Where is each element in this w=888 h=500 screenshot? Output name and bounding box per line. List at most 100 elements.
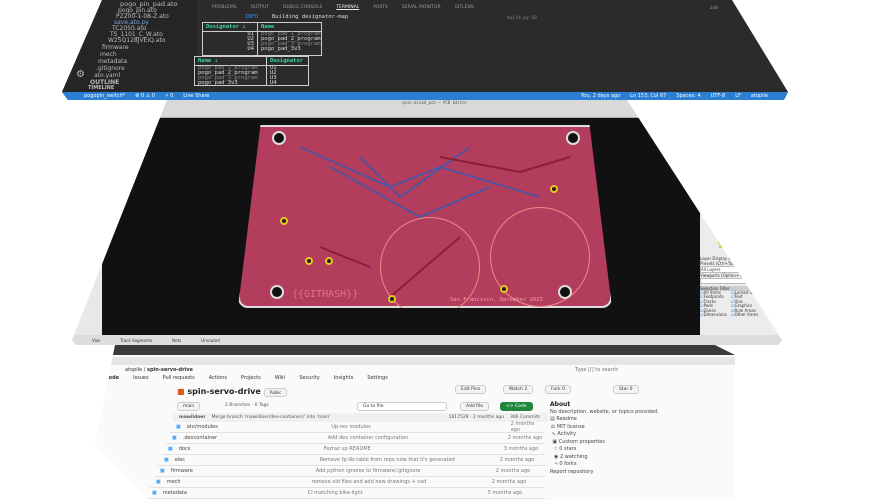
layer-row[interactable]: Margin [702, 189, 782, 193]
layer-row[interactable]: User.5 [702, 228, 782, 232]
fork-button[interactable]: Fork 0 [545, 385, 571, 394]
commit-author[interactable]: mawildoer [179, 415, 206, 420]
layer-row[interactable]: User.Eco2 [702, 180, 782, 185]
layer-row[interactable]: User.Eco1 [702, 176, 782, 181]
layer-row[interactable]: F.Fab [702, 202, 782, 206]
selection-filter-checkbox[interactable]: ☑Dimensions [700, 312, 727, 318]
layer-row[interactable]: Edge.Cuts [702, 185, 782, 189]
cursor-position[interactable]: Ln 153, Col 67 [630, 93, 666, 99]
timeline-section[interactable]: TIMELINE [88, 86, 114, 91]
tab-code[interactable]: Code [105, 375, 119, 381]
layer-color-swatch[interactable] [706, 155, 715, 159]
git-blame[interactable]: You, 2 days ago [581, 93, 620, 99]
display-options[interactable]: Layer Display Options [700, 256, 782, 261]
commit-msg[interactable]: Add dev container configuration [328, 435, 508, 441]
commit-msg[interactable]: Add python ignores to firmware/.gitignor… [316, 468, 496, 474]
commit-msg[interactable]: Fezraz up README [324, 446, 504, 452]
layer-color-swatch[interactable] [715, 223, 724, 227]
layer-row[interactable]: User.Drawings [702, 167, 782, 172]
about-item[interactable]: ▤ Readme [550, 416, 660, 424]
layer-color-swatch[interactable] [710, 185, 719, 189]
pcb-canvas[interactable]: {{GITHASH}} San Francisco, December 2023 [102, 118, 702, 335]
about-item[interactable]: ⚖ MIT license [550, 424, 660, 432]
tab-projects[interactable]: Projects [241, 375, 261, 381]
tab-debug-console[interactable]: DEBUG CONSOLE [283, 5, 322, 10]
layer-color-swatch[interactable] [707, 163, 716, 167]
tab-settings[interactable]: Settings [367, 375, 388, 381]
indentation[interactable]: Spaces: 4 [676, 93, 700, 99]
tab-issues[interactable]: Issues [133, 375, 149, 381]
tab-nets[interactable]: Nets [743, 119, 752, 124]
line-ending[interactable]: LF [735, 93, 741, 99]
go-to-file-input[interactable]: Go to file [357, 402, 447, 411]
file-name[interactable]: ato/modules [187, 424, 332, 430]
layer-color-swatch[interactable] [716, 228, 725, 232]
layer-color-swatch[interactable] [705, 146, 713, 150]
tab-actions[interactable]: Actions [209, 375, 227, 381]
layer-color-swatch[interactable] [709, 176, 718, 180]
layer-row[interactable]: User.Comments [702, 172, 782, 176]
tab-gitlens[interactable]: GITLENS [455, 5, 474, 10]
file-name[interactable]: mech [167, 479, 312, 485]
layer-color-swatch[interactable] [702, 129, 711, 133]
about-item[interactable]: ⑂ 0 forks [550, 461, 660, 469]
about-item[interactable]: ☆ 0 stars [550, 446, 660, 454]
layer-color-swatch[interactable] [717, 232, 725, 236]
add-file-button[interactable]: Add file [460, 402, 489, 411]
commit-msg[interactable]: Up-rev modules [331, 424, 510, 430]
about-item[interactable]: ▣ Custom properties [550, 439, 660, 447]
layer-color-swatch[interactable] [715, 219, 724, 223]
repo-link[interactable]: spin-servo-drive [147, 367, 193, 373]
file-name[interactable]: firmware [171, 468, 316, 474]
settings-gear-icon[interactable]: ⚙ [76, 70, 85, 80]
layer-color-swatch[interactable] [714, 215, 723, 219]
layer-color-swatch[interactable] [703, 137, 712, 141]
git-branch[interactable]: pogopin_switch* [84, 93, 125, 99]
layer-color-swatch[interactable] [711, 189, 719, 193]
commit-hash[interactable]: 1617528 · 2 months ago [449, 415, 504, 420]
live-share[interactable]: Live Share [183, 93, 209, 99]
selection-filter-checkbox[interactable]: ☑Other items [731, 312, 761, 318]
layer-color-swatch[interactable] [712, 198, 721, 202]
terminal-shell[interactable]: zsh [710, 6, 718, 11]
tab-layers[interactable]: Layers [703, 119, 716, 124]
layer-row[interactable]: User.9 [702, 245, 782, 249]
about-item[interactable]: ◉ 2 watching [550, 454, 660, 462]
layer-row[interactable]: B.Fab [702, 206, 782, 211]
layer-row[interactable]: B.Courtyard [702, 198, 782, 202]
search-input[interactable]: Type [/] to search [575, 367, 618, 373]
layer-row[interactable]: User.4 [702, 223, 782, 228]
commit-msg[interactable]: remove old files and add new drawings + … [312, 479, 492, 485]
layer-row[interactable]: B.Mask [702, 163, 782, 168]
layer-color-swatch[interactable] [711, 193, 720, 197]
branches-tags[interactable]: 2 Branches · 0 Tags [225, 403, 269, 408]
tab-insights[interactable]: Insights [334, 375, 354, 381]
tab-serial-monitor[interactable]: SERIAL MONITOR [402, 5, 441, 10]
layer-color-swatch[interactable] [713, 206, 722, 210]
commit-msg[interactable]: CI matching bike-light [308, 490, 488, 496]
layer-color-swatch[interactable] [704, 142, 713, 146]
layer-color-swatch[interactable] [717, 236, 726, 240]
layer-row[interactable]: User.3 [702, 219, 782, 224]
code-button[interactable]: <> Code [500, 402, 533, 411]
layer-row[interactable]: B.Silkscreen [702, 155, 782, 159]
tab-objects[interactable]: Objects [722, 119, 737, 124]
layer-row[interactable]: F.Cu [702, 125, 782, 129]
language-mode[interactable]: atopile [751, 93, 768, 99]
layer-color-swatch[interactable] [709, 180, 718, 184]
file-name[interactable]: .devcontainer [183, 435, 328, 441]
layer-color-swatch[interactable] [718, 241, 727, 245]
layer-color-swatch[interactable] [708, 172, 717, 176]
viewports-select[interactable] [700, 277, 782, 284]
layer-color-swatch[interactable] [708, 167, 716, 171]
tab-problems[interactable]: PROBLEMS [212, 5, 237, 10]
commit-message[interactable]: Merge branch 'mawildoer/dev-containers' … [212, 415, 331, 420]
tab-terminal[interactable]: TERMINAL [336, 5, 359, 10]
ports-count[interactable]: ⚡ 0 [165, 93, 173, 99]
layer-color-swatch[interactable] [705, 150, 714, 154]
commit-count[interactable]: 366 Commits [510, 415, 540, 420]
layer-color-swatch[interactable] [706, 159, 715, 163]
edit-pins-button[interactable]: Edit Pins [455, 385, 487, 394]
layer-color-swatch[interactable] [714, 210, 722, 214]
branch-select[interactable]: main [177, 402, 201, 411]
